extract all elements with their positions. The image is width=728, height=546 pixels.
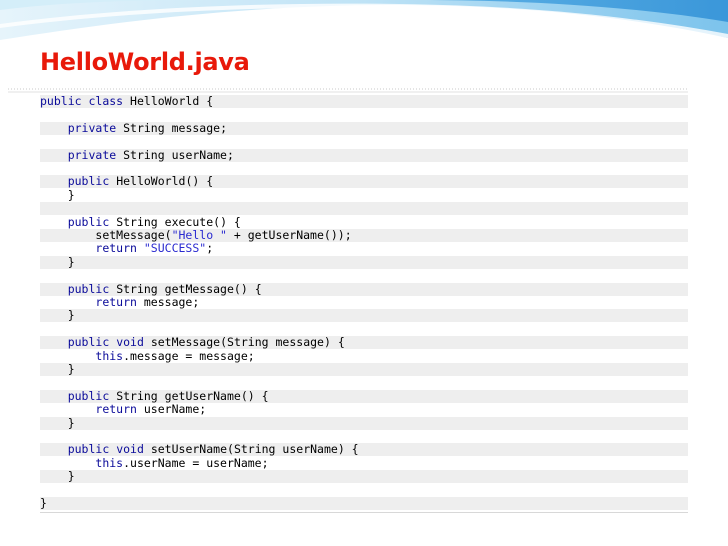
title-divider bbox=[8, 88, 688, 93]
code-line: } bbox=[40, 470, 688, 484]
code-line: public String execute() { bbox=[67, 214, 241, 229]
code-line: } bbox=[40, 363, 688, 376]
code-line: public void setUserName(String userName)… bbox=[40, 443, 688, 457]
code-line: this.userName = userName; bbox=[95, 455, 269, 470]
code-line: setMessage("Hello " + getUserName()); bbox=[40, 229, 688, 242]
code-line: return message; bbox=[95, 295, 200, 309]
code-line: } bbox=[40, 416, 688, 430]
slide-title: HelloWorld.java bbox=[40, 48, 250, 76]
code-line: public void setMessage(String message) { bbox=[40, 336, 688, 350]
code-line: this.message = message; bbox=[95, 348, 255, 363]
code-line: } bbox=[40, 497, 688, 510]
code-line: public String getMessage() { bbox=[40, 282, 688, 296]
code-line: private String message; bbox=[40, 121, 688, 135]
code-line: public String getUserName() { bbox=[40, 389, 688, 403]
code-line bbox=[40, 202, 688, 216]
code-line: private String userName; bbox=[40, 148, 688, 162]
code-line: } bbox=[40, 255, 688, 269]
code-line: return userName; bbox=[95, 402, 207, 417]
code-line: } bbox=[40, 309, 688, 323]
code-listing: public class HelloWorld { private String… bbox=[40, 94, 688, 514]
code-line: public class HelloWorld { bbox=[40, 95, 688, 108]
code-line: } bbox=[40, 187, 75, 202]
code-line: return "SUCCESS"; bbox=[95, 241, 214, 256]
code-line: public HelloWorld() { bbox=[40, 175, 688, 189]
code-bottom-border bbox=[40, 512, 688, 513]
slide: HelloWorld.java public class HelloWorld … bbox=[0, 0, 728, 546]
